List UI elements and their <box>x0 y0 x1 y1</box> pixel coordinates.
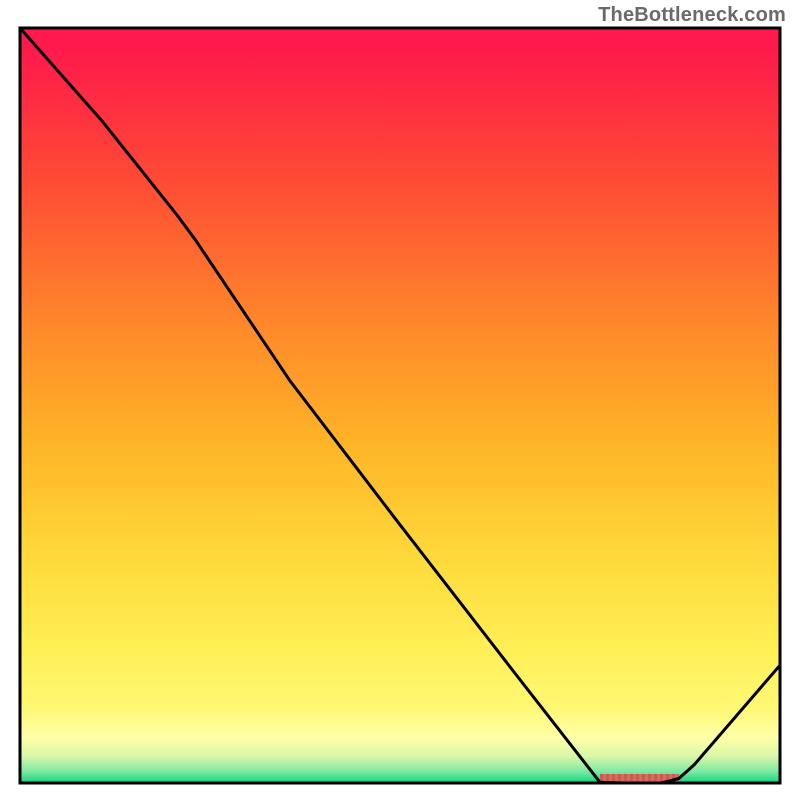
plot-background <box>20 28 780 783</box>
chart-stage: TheBottleneck.com <box>0 0 800 800</box>
bottleneck-chart <box>0 0 800 800</box>
